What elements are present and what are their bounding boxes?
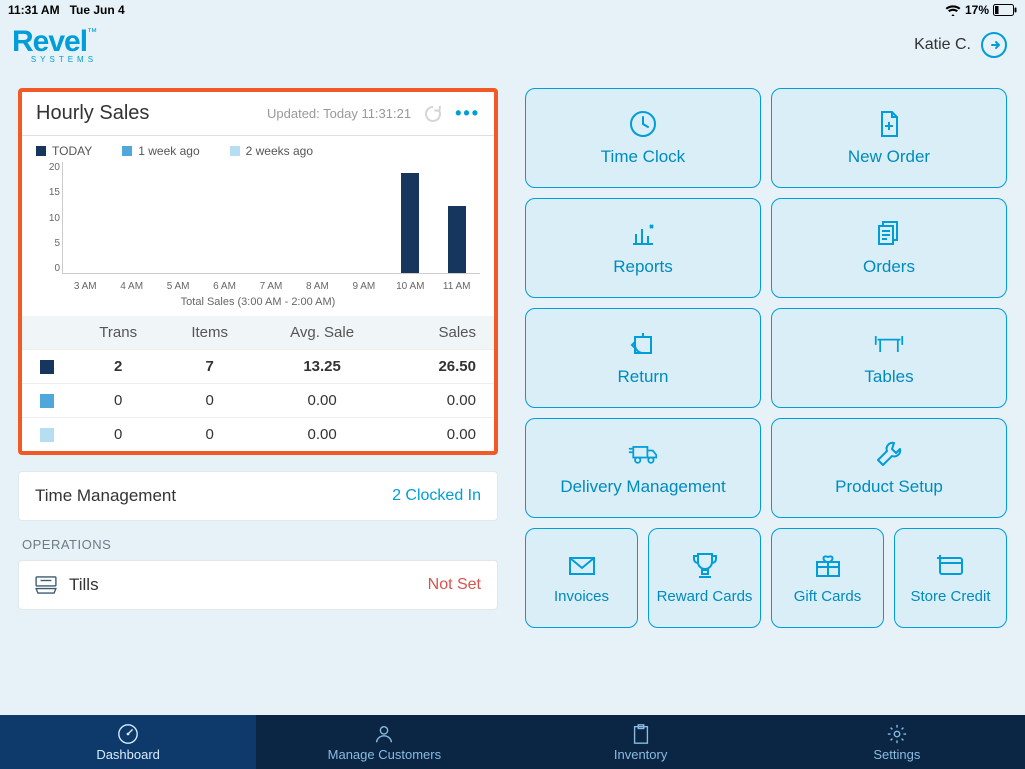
operations-label: OPERATIONS [18,537,498,552]
invoices-button[interactable]: Invoices [525,528,638,628]
gear-icon [886,723,908,745]
hourly-sales-card: Hourly Sales Updated: Today 11:31:21 •••… [18,88,498,455]
chart-legend: TODAY 1 week ago 2 weeks ago [22,136,494,158]
time-clock-button[interactable]: Time Clock [525,88,761,188]
logout-button[interactable] [981,32,1007,58]
till-icon [35,576,57,594]
status-battery: 17% [965,3,989,17]
nav-dashboard[interactable]: Dashboard [0,715,256,769]
sales-table: Trans Items Avg. Sale Sales 2713.2526.50… [22,316,494,451]
tills-card[interactable]: Tills Not Set [18,560,498,610]
delivery-management-button[interactable]: Delivery Management [525,418,761,518]
hourly-sales-title: Hourly Sales [36,102,149,125]
clipboard-icon [630,723,652,745]
wifi-icon [945,4,961,16]
nav-customers[interactable]: Manage Customers [256,715,512,769]
battery-icon [993,4,1017,16]
time-management-card[interactable]: Time Management 2 Clocked In [18,471,498,521]
document-plus-icon [874,109,904,139]
chart-caption: Total Sales (3:00 AM - 2:00 AM) [22,292,494,316]
user-name: Katie C. [914,36,971,54]
gauge-icon [117,723,139,745]
nav-settings[interactable]: Settings [769,715,1025,769]
product-setup-button[interactable]: Product Setup [771,418,1007,518]
reports-button[interactable]: Reports [525,198,761,298]
person-icon [373,723,395,745]
wrench-icon [874,439,904,469]
return-icon [628,329,658,359]
tables-button[interactable]: Tables [771,308,1007,408]
clock-icon [628,109,658,139]
gift-cards-button[interactable]: Gift Cards [771,528,884,628]
credit-card-icon [936,550,966,580]
hourly-sales-chart: 20 15 10 5 0 3 AM4 AM5 AM6 AM7 AM8 AM9 A… [36,162,480,292]
documents-icon [874,219,904,249]
envelope-icon [567,550,597,580]
chart-icon [628,219,658,249]
hourly-sales-updated: Updated: Today 11:31:21 [267,106,411,121]
truck-icon [628,439,658,469]
app-header: Revel™ SYSTEMS Katie C. [0,20,1025,70]
store-credit-button[interactable]: Store Credit [894,528,1007,628]
brand-logo: Revel™ SYSTEMS [12,27,97,64]
orders-button[interactable]: Orders [771,198,1007,298]
status-time: 11:31 AM [8,3,60,17]
bottom-nav: Dashboard Manage Customers Inventory Set… [0,715,1025,769]
status-date: Tue Jun 4 [70,3,125,17]
more-button[interactable]: ••• [455,103,480,124]
return-button[interactable]: Return [525,308,761,408]
status-bar: 11:31 AM Tue Jun 4 17% [0,0,1025,20]
nav-inventory[interactable]: Inventory [513,715,769,769]
table-icon [874,329,904,359]
reward-cards-button[interactable]: Reward Cards [648,528,761,628]
new-order-button[interactable]: New Order [771,88,1007,188]
trophy-icon [690,550,720,580]
gift-icon [813,550,843,580]
refresh-icon[interactable] [423,104,443,124]
